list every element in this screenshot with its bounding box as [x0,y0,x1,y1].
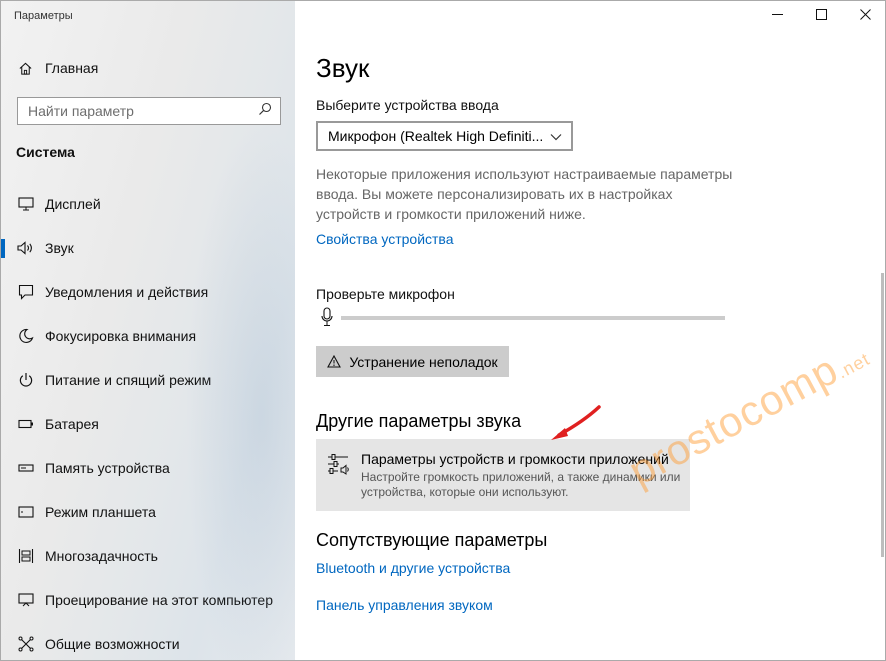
sidebar-item-power[interactable]: Питание и спящий режим [1,358,295,402]
sidebar-item-projecting[interactable]: Проецирование на этот компьютер [1,578,295,622]
other-params-title: Другие параметры звука [316,411,522,431]
maximize-button[interactable] [799,1,843,31]
sidebar-item-notifications[interactable]: Уведомления и действия [1,270,295,314]
sidebar: Параметры Главная Система Дисплей Звук [1,1,295,660]
main-content: Звук Выберите устройства ввода Микрофон … [295,1,885,660]
microphone-icon [321,307,333,332]
sidebar-item-sound[interactable]: Звук [1,226,295,270]
speaker-icon [17,239,35,257]
search-box[interactable] [17,97,281,125]
sidebar-item-label: Дисплей [45,196,101,212]
mic-level-row [321,307,333,332]
nav-home-label: Главная [45,60,99,76]
home-icon [17,60,33,76]
battery-icon [17,415,35,433]
input-device-value: Микрофон (Realtek High Definiti... [328,128,544,144]
minimize-button[interactable] [755,1,799,31]
minimize-icon [771,7,783,25]
sidebar-item-tablet[interactable]: Режим планшета [1,490,295,534]
sidebar-item-label: Уведомления и действия [45,284,209,300]
sound-control-panel-link[interactable]: Панель управления звуком [316,597,493,613]
search-icon[interactable] [258,102,272,121]
warning-icon [327,355,342,368]
red-arrow-annotation [549,403,605,448]
monitor-icon [17,195,35,213]
settings-window: Параметры Главная Система Дисплей Звук [0,0,886,661]
input-device-label: Выберите устройства ввода [316,97,499,113]
sidebar-item-label: Питание и спящий режим [45,372,212,388]
sliders-icon [327,453,351,480]
input-device-select[interactable]: Микрофон (Realtek High Definiti... [316,121,573,151]
multitask-icon [17,547,35,565]
device-properties-link[interactable]: Свойства устройства [316,231,454,247]
sidebar-item-focus[interactable]: Фокусировка внимания [1,314,295,358]
moon-icon [17,327,35,345]
page-title: Звук [316,53,370,83]
notification-icon [17,283,35,301]
sidebar-item-label: Батарея [45,416,99,432]
sidebar-item-label: Проецирование на этот компьютер [45,592,273,608]
power-icon [17,371,35,389]
sidebar-item-multitasking[interactable]: Многозадачность [1,534,295,578]
tablet-icon [17,503,35,521]
troubleshoot-button[interactable]: Устранение неполадок [316,346,509,377]
close-button[interactable] [843,1,885,31]
sidebar-item-label: Память устройства [45,460,170,476]
storage-icon [17,459,35,477]
window-controls [755,1,885,31]
maximize-icon [815,7,827,25]
troubleshoot-label: Устранение неполадок [349,353,498,370]
close-icon [859,7,871,25]
sidebar-item-label: Многозадачность [45,548,158,564]
input-description: Некоторые приложения используют настраив… [316,166,733,222]
sidebar-item-label: Звук [45,240,74,256]
window-title: Параметры [14,10,73,22]
sidebar-item-label: Общие возможности [45,636,180,652]
section-title: Система [16,144,75,160]
sidebar-item-storage[interactable]: Память устройства [1,446,295,490]
sidebar-item-label: Фокусировка внимания [45,328,197,344]
shared-icon [17,635,35,653]
sidebar-item-label: Режим планшета [45,504,156,520]
mic-level-bar [341,316,725,320]
related-settings-title: Сопутствующие параметры [316,530,548,550]
chevron-down-icon [550,128,562,144]
sidebar-item-shared-experiences[interactable]: Общие возможности [1,622,295,660]
nav-list: Дисплей Звук Уведомления и действия Фоку… [1,182,295,660]
sidebar-item-battery[interactable]: Батарея [1,402,295,446]
bluetooth-link[interactable]: Bluetooth и другие устройства [316,560,510,576]
test-mic-label: Проверьте микрофон [316,286,455,302]
search-input[interactable] [28,103,248,119]
nav-home[interactable]: Главная [17,57,98,79]
scrollbar[interactable] [881,273,884,557]
project-icon [17,591,35,609]
sidebar-item-display[interactable]: Дисплей [1,182,295,226]
